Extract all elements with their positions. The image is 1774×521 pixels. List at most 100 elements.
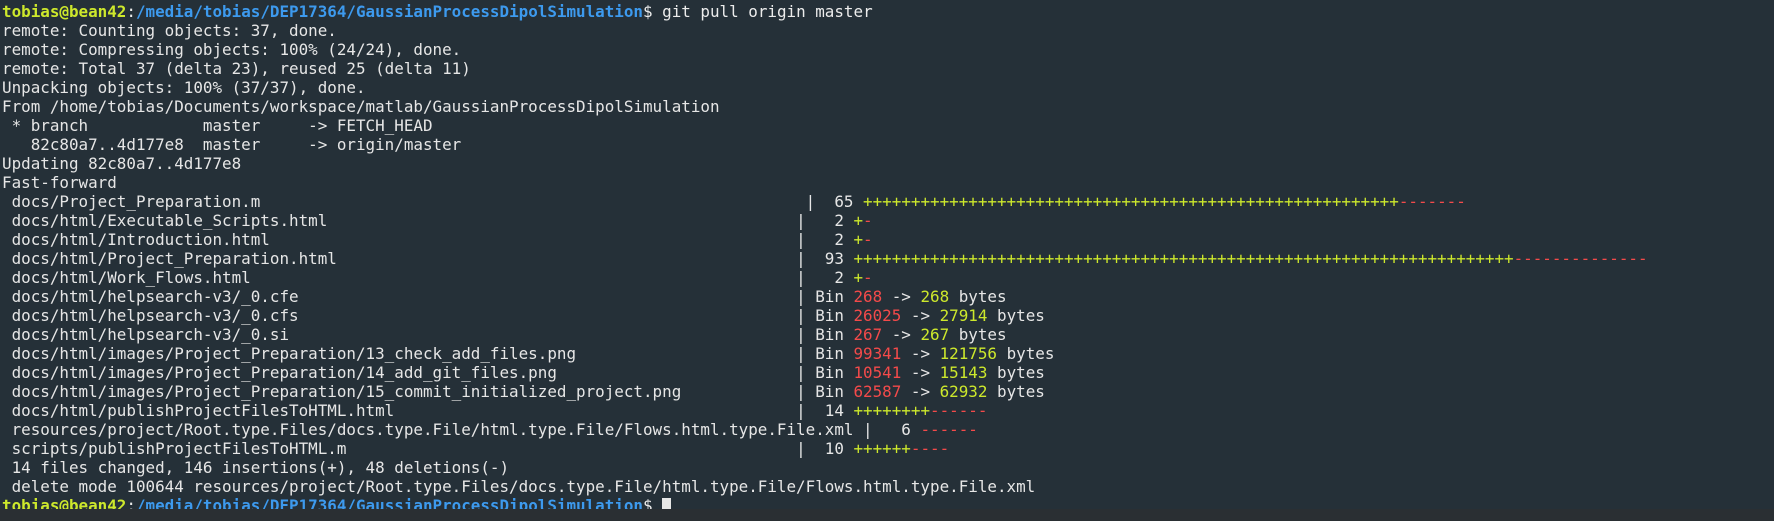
background-strip bbox=[0, 509, 1774, 521]
diffstat-count: | 6 bbox=[863, 420, 921, 439]
diffstat-file: resources/project/Root.type.Files/docs.t… bbox=[2, 420, 864, 439]
diffstat-file: docs/Project_Preparation.m bbox=[2, 192, 806, 211]
diffstat-old-size: 26025 bbox=[853, 306, 902, 325]
diffstat-old-size: 268 bbox=[853, 287, 883, 306]
output-line: * branch master -> FETCH_HEAD bbox=[2, 116, 433, 135]
diffstat-file: docs/html/Project_Preparation.html bbox=[2, 249, 797, 268]
diffstat-row: scripts/publishProjectFilesToHTML.m | 10… bbox=[2, 439, 1774, 458]
diffstat-bin-row: docs/html/helpsearch-v3/_0.cfs | Bin 260… bbox=[2, 306, 1774, 325]
diffstat-minus: ------ bbox=[920, 420, 978, 439]
diffstat-count: | 93 bbox=[796, 249, 854, 268]
diffstat-arrow: -> bbox=[882, 325, 921, 344]
diffstat-file: scripts/publishProjectFilesToHTML.m bbox=[2, 439, 797, 458]
diffstat-file: docs/html/helpsearch-v3/_0.cfe bbox=[2, 287, 797, 306]
summary-line: 14 files changed, 146 insertions(+), 48 … bbox=[2, 458, 510, 477]
diffstat-bin-label: | Bin bbox=[796, 306, 854, 325]
diffstat-unit: bytes bbox=[987, 363, 1045, 382]
command-text: git pull origin master bbox=[662, 2, 873, 21]
diffstat-unit: bytes bbox=[987, 382, 1045, 401]
diffstat-arrow: -> bbox=[901, 382, 940, 401]
output-line: 82c80a7..4d177e8 master -> origin/master bbox=[2, 135, 462, 154]
output-line: remote: Total 37 (delta 23), reused 25 (… bbox=[2, 59, 471, 78]
diffstat-arrow: -> bbox=[901, 306, 940, 325]
diffstat-bin-label: | Bin bbox=[796, 382, 854, 401]
diffstat-minus: ------- bbox=[1398, 192, 1466, 211]
diffstat-unit: bytes bbox=[949, 325, 1007, 344]
diffstat-bin-row: docs/html/images/Project_Preparation/13_… bbox=[2, 344, 1774, 363]
diffstat-plus: + bbox=[853, 230, 864, 249]
diffstat-bin-row: docs/html/images/Project_Preparation/15_… bbox=[2, 382, 1774, 401]
diffstat-file: docs/html/Executable_Scripts.html bbox=[2, 211, 797, 230]
diffstat-count: | 2 bbox=[796, 211, 854, 230]
prompt-path: /media/tobias/DEP17364/GaussianProcessDi… bbox=[135, 2, 644, 21]
diffstat-new-size: 267 bbox=[920, 325, 950, 344]
diffstat-minus: - bbox=[863, 268, 873, 287]
diffstat-count: | 2 bbox=[796, 268, 854, 287]
diffstat-plus: ++++++ bbox=[853, 439, 911, 458]
diffstat-file: docs/html/images/Project_Preparation/14_… bbox=[2, 363, 797, 382]
diffstat-file: docs/html/Work_Flows.html bbox=[2, 268, 797, 287]
diffstat-file: docs/html/helpsearch-v3/_0.si bbox=[2, 325, 797, 344]
diffstat-row: docs/html/publishProjectFilesToHTML.html… bbox=[2, 401, 1774, 420]
summary-line: delete mode 100644 resources/project/Roo… bbox=[2, 477, 1036, 496]
diffstat-row: resources/project/Root.type.Files/docs.t… bbox=[2, 420, 1774, 439]
diffstat-minus: -------------- bbox=[1513, 249, 1648, 268]
diffstat-file: docs/html/helpsearch-v3/_0.cfs bbox=[2, 306, 797, 325]
diffstat-old-size: 99341 bbox=[853, 344, 902, 363]
output-line: remote: Compressing objects: 100% (24/24… bbox=[2, 40, 462, 59]
diffstat-minus: - bbox=[863, 211, 873, 230]
diffstat-minus: ---- bbox=[910, 439, 950, 458]
diffstat-old-size: 10541 bbox=[853, 363, 902, 382]
diffstat-old-size: 62587 bbox=[853, 382, 902, 401]
diffstat-unit: bytes bbox=[987, 306, 1045, 325]
diffstat-row: docs/html/Executable_Scripts.html | 2 +- bbox=[2, 211, 1774, 230]
diffstat-minus: - bbox=[863, 230, 873, 249]
diffstat-bin-label: | Bin bbox=[796, 325, 854, 344]
prompt-dollar: $ bbox=[643, 2, 663, 21]
diffstat-unit: bytes bbox=[997, 344, 1055, 363]
diffstat-file: docs/html/publishProjectFilesToHTML.html bbox=[2, 401, 797, 420]
diffstat-row: docs/html/Project_Preparation.html | 93 … bbox=[2, 249, 1774, 268]
output-line: Unpacking objects: 100% (37/37), done. bbox=[2, 78, 366, 97]
diffstat-plus: + bbox=[853, 268, 864, 287]
diffstat-row: docs/Project_Preparation.m | 65 ++++++++… bbox=[2, 192, 1774, 211]
diffstat-minus: ------ bbox=[930, 401, 988, 420]
diffstat-bin-row: docs/html/helpsearch-v3/_0.cfe | Bin 268… bbox=[2, 287, 1774, 306]
diffstat-plus: + bbox=[853, 211, 864, 230]
diffstat-count: | 14 bbox=[796, 401, 854, 420]
diffstat-new-size: 121756 bbox=[939, 344, 997, 363]
prompt-colon: : bbox=[126, 2, 136, 21]
output-line: From /home/tobias/Documents/workspace/ma… bbox=[2, 97, 720, 116]
diffstat-bin-label: | Bin bbox=[796, 287, 854, 306]
diffstat-file: docs/html/images/Project_Preparation/15_… bbox=[2, 382, 797, 401]
diffstat-row: docs/html/Work_Flows.html | 2 +- bbox=[2, 268, 1774, 287]
diffstat-file: docs/html/images/Project_Preparation/13_… bbox=[2, 344, 797, 363]
diffstat-bin-row: docs/html/helpsearch-v3/_0.si | Bin 267 … bbox=[2, 325, 1774, 344]
diffstat-plus: ++++++++++++++++++++++++++++++++++++++++… bbox=[853, 249, 1514, 268]
diffstat-new-size: 27914 bbox=[939, 306, 988, 325]
diffstat-bin-label: | Bin bbox=[796, 363, 854, 382]
diffstat-new-size: 62932 bbox=[939, 382, 988, 401]
output-line: remote: Counting objects: 37, done. bbox=[2, 21, 337, 40]
diffstat-file: docs/html/Introduction.html bbox=[2, 230, 797, 249]
diffstat-count: | 10 bbox=[796, 439, 854, 458]
diffstat-unit: bytes bbox=[949, 287, 1007, 306]
diffstat-arrow: -> bbox=[901, 363, 940, 382]
diffstat-bin-row: docs/html/images/Project_Preparation/14_… bbox=[2, 363, 1774, 382]
prompt-user-host: tobias@bean42 bbox=[2, 2, 127, 21]
diffstat-new-size: 15143 bbox=[939, 363, 988, 382]
terminal-window[interactable]: tobias@bean42:/media/tobias/DEP17364/Gau… bbox=[0, 0, 1774, 521]
output-line: Fast-forward bbox=[2, 173, 117, 192]
output-line: Updating 82c80a7..4d177e8 bbox=[2, 154, 242, 173]
diffstat-plus: ++++++++++++++++++++++++++++++++++++++++… bbox=[863, 192, 1399, 211]
diffstat-bin-label: | Bin bbox=[796, 344, 854, 363]
diffstat-plus: ++++++++ bbox=[853, 401, 931, 420]
command-line: tobias@bean42:/media/tobias/DEP17364/Gau… bbox=[2, 2, 1774, 21]
diffstat-new-size: 268 bbox=[920, 287, 950, 306]
diffstat-old-size: 267 bbox=[853, 325, 883, 344]
diffstat-count: | 65 bbox=[805, 192, 864, 211]
diffstat-arrow: -> bbox=[882, 287, 921, 306]
diffstat-arrow: -> bbox=[901, 344, 940, 363]
diffstat-count: | 2 bbox=[796, 230, 854, 249]
diffstat-row: docs/html/Introduction.html | 2 +- bbox=[2, 230, 1774, 249]
